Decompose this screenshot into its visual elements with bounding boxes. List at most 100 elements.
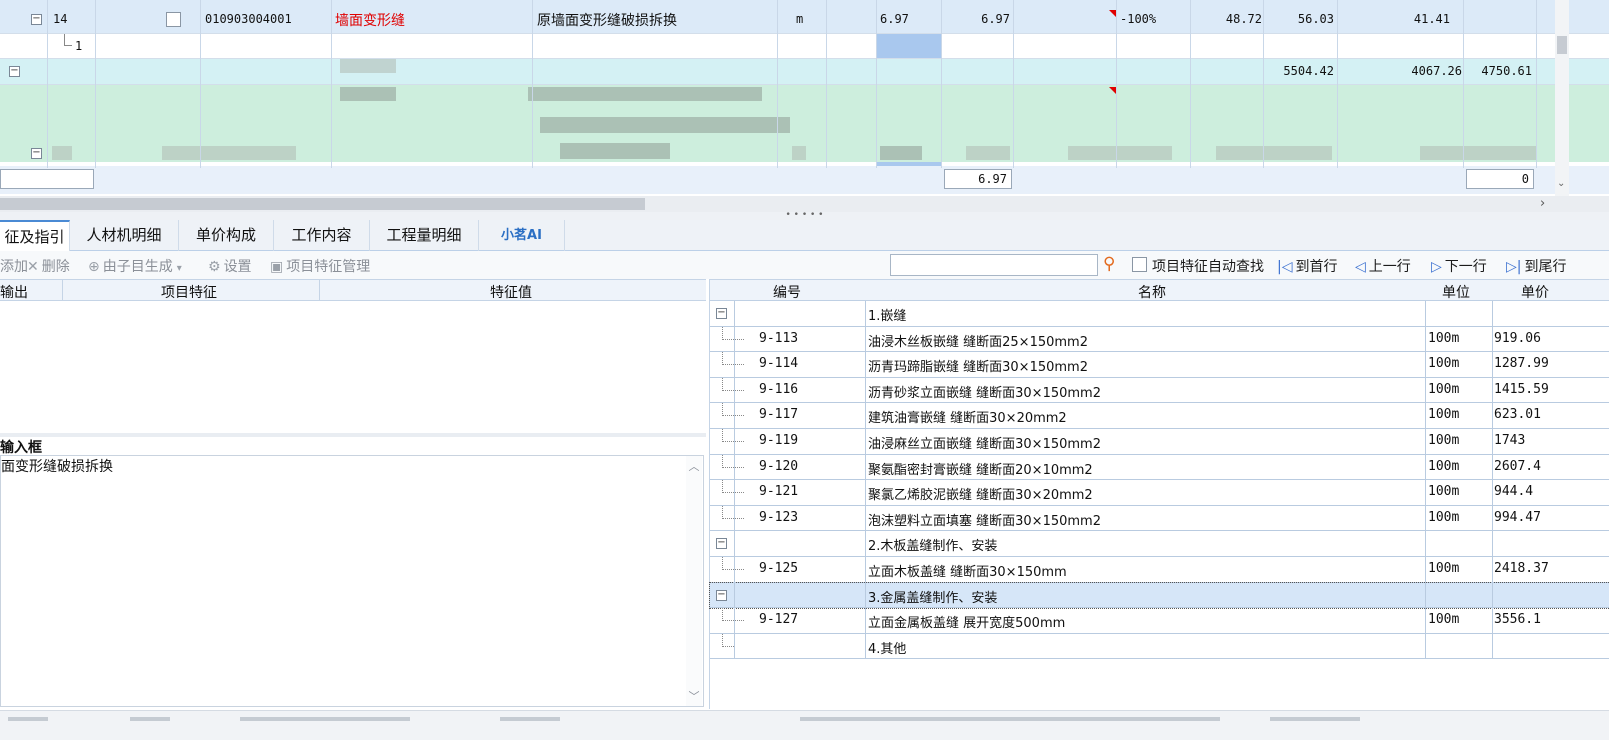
redacted-text — [1216, 146, 1332, 160]
redacted-text — [340, 87, 396, 101]
collapse-icon[interactable]: − — [716, 308, 727, 319]
column-name: 名称 — [1138, 285, 1166, 301]
delete-button[interactable]: ✕ 删除 — [27, 256, 70, 276]
first-row-button[interactable]: |◁ 到首行 — [1277, 256, 1337, 276]
table-row[interactable]: − 14 010903004001 墙面变形缝 原墙面变形缝破损拆换 m 6.9… — [0, 0, 1609, 34]
next-row-button[interactable]: ▷ 下一行 — [1431, 256, 1487, 276]
quota-price: 1415.59 — [1494, 381, 1549, 397]
quota-row[interactable]: 9-119 油浸麻丝立面嵌缝 缝断面30×150mm2 100m 1743 — [710, 429, 1609, 455]
quota-group-row[interactable]: − 1.嵌缝 — [710, 301, 1609, 327]
scroll-down-icon[interactable]: ﹀ — [686, 688, 702, 704]
group-value-1: 5504.42 — [1283, 64, 1334, 78]
redacted-text — [560, 143, 670, 159]
quota-code: 9-113 — [759, 330, 799, 346]
scroll-right-icon[interactable]: › — [1540, 196, 1545, 211]
quota-row[interactable]: 9-121 聚氯乙烯胶泥嵌缝 缝断面30×20mm2 100m 944.4 — [710, 480, 1609, 506]
quota-code: 9-114 — [759, 356, 799, 372]
tab-ai-assistant[interactable]: 小茗AI — [479, 220, 565, 251]
scroll-up-icon[interactable]: ︿ — [686, 458, 702, 474]
scrollbar-thumb[interactable] — [1557, 36, 1567, 54]
feature-table-body[interactable] — [0, 301, 706, 433]
collapse-icon[interactable]: − — [9, 66, 20, 77]
scroll-down-icon[interactable]: ⌄ — [1557, 178, 1565, 189]
redacted-text — [792, 146, 806, 160]
last-row-button[interactable]: ▷| 到尾行 — [1506, 256, 1566, 276]
row-seq: 14 — [53, 12, 68, 26]
feature-manage-button[interactable]: ▣ 项目特征管理 — [270, 256, 370, 276]
quota-name: 立面木板盖缝 缝断面30×150mm — [868, 565, 1067, 580]
quota-row[interactable]: 9-116 沥青砂浆立面嵌缝 缝断面30×150mm2 100m 1415.59 — [710, 377, 1609, 404]
quota-unit: 100m — [1428, 433, 1460, 448]
quota-price: 994.47 — [1494, 509, 1541, 525]
quota-unit: 100m — [1428, 381, 1460, 397]
quota-group-row[interactable]: − 2.木板盖缝制作、安装 — [710, 531, 1609, 557]
tree-connector — [722, 326, 744, 340]
footer-filter-input[interactable] — [0, 169, 94, 189]
column-feature-value: 特征值 — [490, 285, 532, 301]
row-checkbox[interactable] — [166, 12, 181, 27]
quota-row[interactable]: 9-127 立面金属板盖缝 展开宽度500mm 100m 3556.1 — [710, 608, 1609, 634]
quota-row[interactable]: 9-113 油浸木丝板嵌缝 缝断面25×150mm2 100m 919.06 — [710, 326, 1609, 353]
quota-row[interactable]: 9-125 立面木板盖缝 缝断面30×150mm 100m 2418.37 — [710, 557, 1609, 583]
status-bar — [0, 710, 1609, 740]
tab-labor-material[interactable]: 人材机明细 — [70, 220, 179, 251]
add-button[interactable]: 添加 — [0, 256, 28, 276]
panel-splitter[interactable]: • • • • • — [0, 211, 1609, 220]
search-icon[interactable]: ⚲ — [1103, 254, 1115, 274]
quota-code: 9-121 — [759, 484, 799, 500]
redacted-text — [1068, 146, 1172, 160]
redacted-text — [340, 59, 396, 73]
tree-connector — [722, 480, 744, 494]
input-scrollbar[interactable]: ︿ ﹀ — [686, 456, 702, 706]
row-qty1: 6.97 — [880, 12, 909, 26]
prev-row-button[interactable]: ◁ 上一行 — [1355, 256, 1411, 276]
auto-find-checkbox[interactable] — [1132, 257, 1147, 272]
tree-connector — [64, 34, 72, 46]
quota-name: 3.金属盖缝制作、安装 — [868, 590, 998, 606]
feature-toolbar: 添加 ✕ 删除 ⊕ 由子目生成 ▾ ⚙ 设置 ▣ 项目特征管理 项目特征自动查找 |◁ 到首… — [0, 251, 1609, 279]
quota-code: 9-123 — [759, 509, 799, 525]
input-textarea[interactable]: 面变形缝破损拆换 — [0, 455, 704, 707]
collapse-icon[interactable]: − — [716, 589, 727, 601]
search-input[interactable] — [890, 254, 1098, 276]
tab-quantity-detail[interactable]: 工程量明细 — [370, 220, 479, 251]
quantity-grid: − 14 010903004001 墙面变形缝 原墙面变形缝破损拆换 m 6.9… — [0, 0, 1609, 196]
table-row[interactable]: 1 — [0, 34, 1609, 59]
redacted-text — [880, 146, 922, 160]
footer-last-total: 0 — [1466, 169, 1534, 189]
tab-work-content[interactable]: 工作内容 — [274, 220, 370, 251]
scrollbar-thumb[interactable] — [0, 198, 645, 210]
generate-from-sub-button[interactable]: ⊕ 由子目生成 ▾ — [88, 256, 185, 276]
group-value-3: 4750.61 — [1481, 64, 1532, 78]
quota-name: 立面金属板盖缝 展开宽度500mm — [868, 616, 1066, 632]
gear-icon: ⚙ — [208, 259, 221, 275]
quota-code: 9-125 — [759, 561, 799, 576]
quota-unit: 100m — [1428, 356, 1460, 372]
settings-button[interactable]: ⚙ 设置 — [208, 256, 252, 276]
collapse-icon[interactable]: − — [31, 14, 42, 25]
delete-icon: ✕ — [27, 259, 39, 275]
tab-unit-price[interactable]: 单价构成 — [179, 220, 274, 251]
tree-connector — [722, 429, 744, 442]
collapse-icon[interactable]: − — [716, 538, 727, 550]
row-seq: 1 — [75, 39, 83, 53]
tree-connector — [722, 608, 744, 622]
quota-group-row[interactable]: 4.其他 — [710, 633, 1609, 660]
quota-row[interactable]: 9-123 泡沫塑料立面填塞 缝断面30×150mm2 100m 994.47 — [710, 505, 1609, 532]
quota-name: 油浸麻丝立面嵌缝 缝断面30×150mm2 — [868, 437, 1101, 452]
quota-unit: 100m — [1428, 561, 1460, 576]
quota-unit: 100m — [1428, 407, 1460, 423]
quota-row[interactable]: 9-120 聚氨酯密封膏嵌缝 缝断面20×10mm2 100m 2607.4 — [710, 454, 1609, 481]
collapse-icon[interactable]: − — [31, 148, 42, 159]
quota-row[interactable]: 9-114 沥青玛蹄脂嵌缝 缝断面30×150mm2 100m 1287.99 — [710, 352, 1609, 378]
quota-code: 9-116 — [759, 381, 799, 397]
input-text: 面变形缝破损拆换 — [1, 459, 113, 475]
tab-features[interactable]: 征及指引 — [0, 220, 70, 252]
quota-row[interactable]: 9-117 建筑油膏嵌缝 缝断面30×20mm2 100m 623.01 — [710, 403, 1609, 429]
vertical-scrollbar[interactable]: ⌄ — [1555, 0, 1569, 196]
quota-group-row[interactable]: − 3.金属盖缝制作、安装 — [709, 581, 1609, 610]
tree-connector — [722, 633, 734, 647]
row-type: 墙面变形缝 — [335, 13, 405, 29]
generate-icon: ⊕ — [88, 259, 100, 275]
group-row[interactable]: − 5504.42 4067.26 4750.61 — [0, 59, 1609, 85]
